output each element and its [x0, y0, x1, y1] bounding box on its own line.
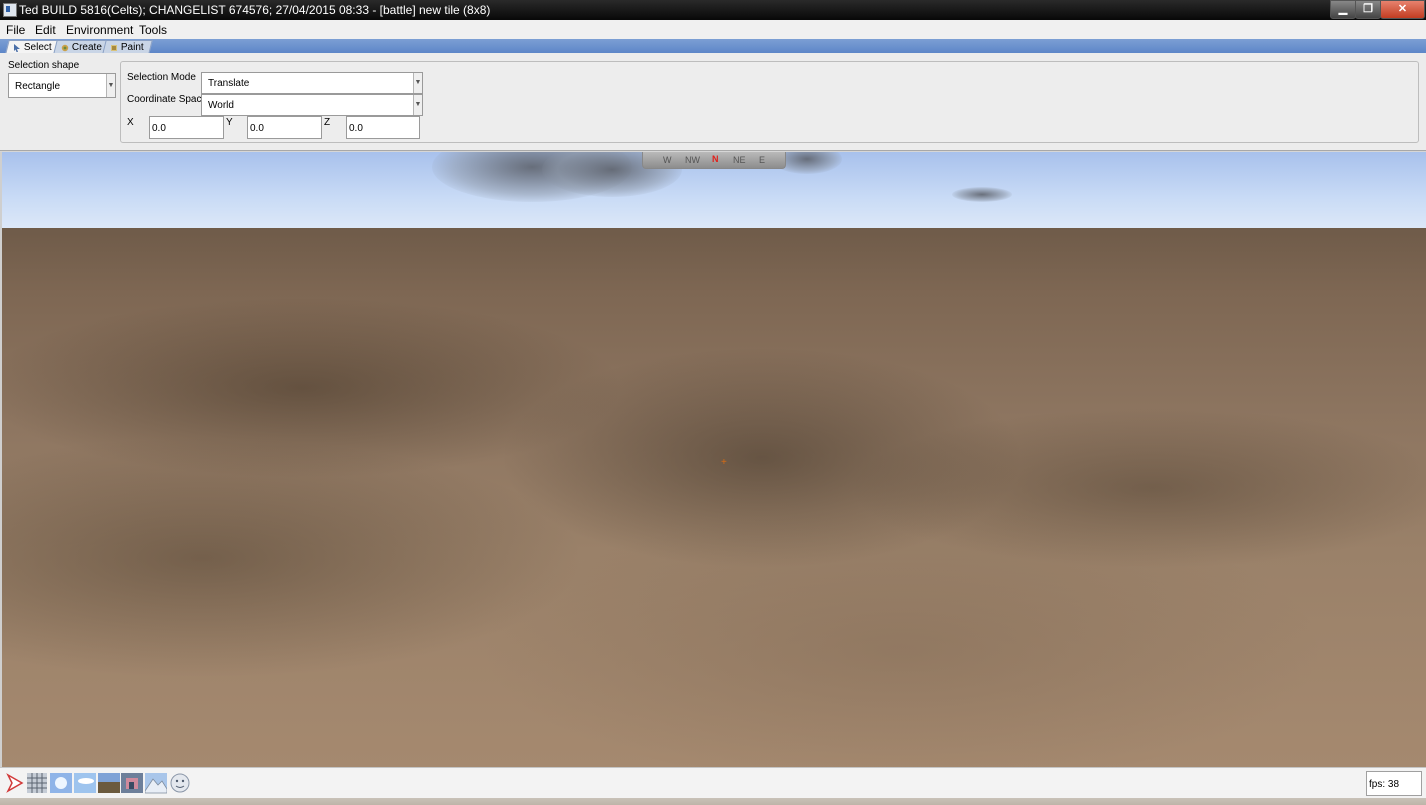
- window-titlebar: Ted BUILD 5816(Celts); CHANGELIST 674576…: [0, 0, 1426, 20]
- compass-mark-ne: NE: [733, 155, 746, 165]
- window-bottom-edge: [0, 798, 1426, 805]
- selection-shape-value: Rectangle: [15, 81, 61, 92]
- transform-settings-group: Selection Mode Translate ▼ Coordinate Sp…: [120, 61, 1419, 143]
- mountain-icon[interactable]: [144, 771, 168, 795]
- y-coordinate-input[interactable]: 0.0: [247, 116, 322, 139]
- tab-select[interactable]: Select: [5, 40, 61, 54]
- fps-counter: fps: 38: [1366, 771, 1422, 796]
- maximize-button[interactable]: ❐: [1355, 0, 1381, 19]
- arrow-icon[interactable]: [4, 771, 26, 795]
- coordinate-space-label: Coordinate Space: [127, 94, 208, 105]
- compass-mark-e: E: [759, 155, 766, 165]
- compass-bar: W NW N NE E: [642, 152, 786, 169]
- app-icon: [3, 3, 17, 17]
- z-coordinate-input[interactable]: 0.0: [346, 116, 420, 139]
- face-icon[interactable]: [169, 771, 191, 795]
- tool-options-panel: Selection shape Rectangle ▼ Selection Mo…: [0, 53, 1426, 151]
- selection-mode-dropdown[interactable]: Translate ▼: [201, 72, 423, 94]
- minimize-button[interactable]: ▁: [1330, 0, 1356, 19]
- tab-paint[interactable]: Paint: [102, 40, 153, 54]
- x-coordinate-input[interactable]: 0.0: [149, 116, 224, 139]
- create-icon: [61, 43, 69, 52]
- menu-edit[interactable]: Edit: [35, 23, 56, 37]
- sky-icon[interactable]: [74, 771, 96, 795]
- grid-icon[interactable]: [26, 771, 48, 795]
- status-bar: fps: 38: [0, 767, 1426, 799]
- compass-mark-north: N: [712, 154, 719, 164]
- fps-text: fps: 38: [1369, 779, 1400, 790]
- menu-tools[interactable]: Tools: [139, 23, 167, 37]
- chevron-down-icon[interactable]: ▼: [106, 74, 115, 97]
- z-coordinate-value: 0.0: [349, 123, 363, 134]
- x-coordinate-value: 0.0: [152, 123, 166, 134]
- selection-shape-dropdown[interactable]: Rectangle ▼: [8, 73, 116, 98]
- chevron-down-icon[interactable]: ▼: [413, 73, 422, 93]
- crosshair-cursor: +: [721, 457, 727, 468]
- coordinate-space-value: World: [208, 100, 234, 111]
- mode-tabstrip: Select Create Paint: [0, 39, 1426, 54]
- selection-shape-label: Selection shape: [8, 60, 80, 71]
- coordinate-space-dropdown[interactable]: World ▼: [201, 94, 423, 116]
- chevron-down-icon[interactable]: ▼: [413, 95, 422, 115]
- selection-mode-label: Selection Mode: [127, 72, 196, 83]
- y-label: Y: [226, 117, 233, 128]
- menu-environment[interactable]: Environment: [66, 23, 133, 37]
- terrain-icon[interactable]: [98, 771, 120, 795]
- close-button[interactable]: ✕: [1380, 0, 1425, 19]
- compass-mark-w: W: [663, 155, 672, 165]
- z-label: Z: [324, 117, 331, 128]
- selection-mode-value: Translate: [208, 78, 250, 89]
- y-coordinate-value: 0.0: [250, 123, 264, 134]
- 3d-viewport[interactable]: W NW N NE E +: [0, 152, 1426, 767]
- sun-icon[interactable]: [50, 771, 72, 795]
- x-label: X: [127, 117, 134, 128]
- cloud: [952, 187, 1012, 202]
- select-cursor-icon: [13, 43, 21, 52]
- terrain-ground: [2, 228, 1426, 767]
- building-icon[interactable]: [121, 771, 143, 795]
- paint-icon: [110, 43, 118, 51]
- compass-mark-nw: NW: [685, 155, 700, 165]
- window-title: Ted BUILD 5816(Celts); CHANGELIST 674576…: [19, 3, 491, 17]
- menu-file[interactable]: File: [6, 23, 25, 37]
- menu-bar: File Edit Environment Tools: [0, 20, 1426, 39]
